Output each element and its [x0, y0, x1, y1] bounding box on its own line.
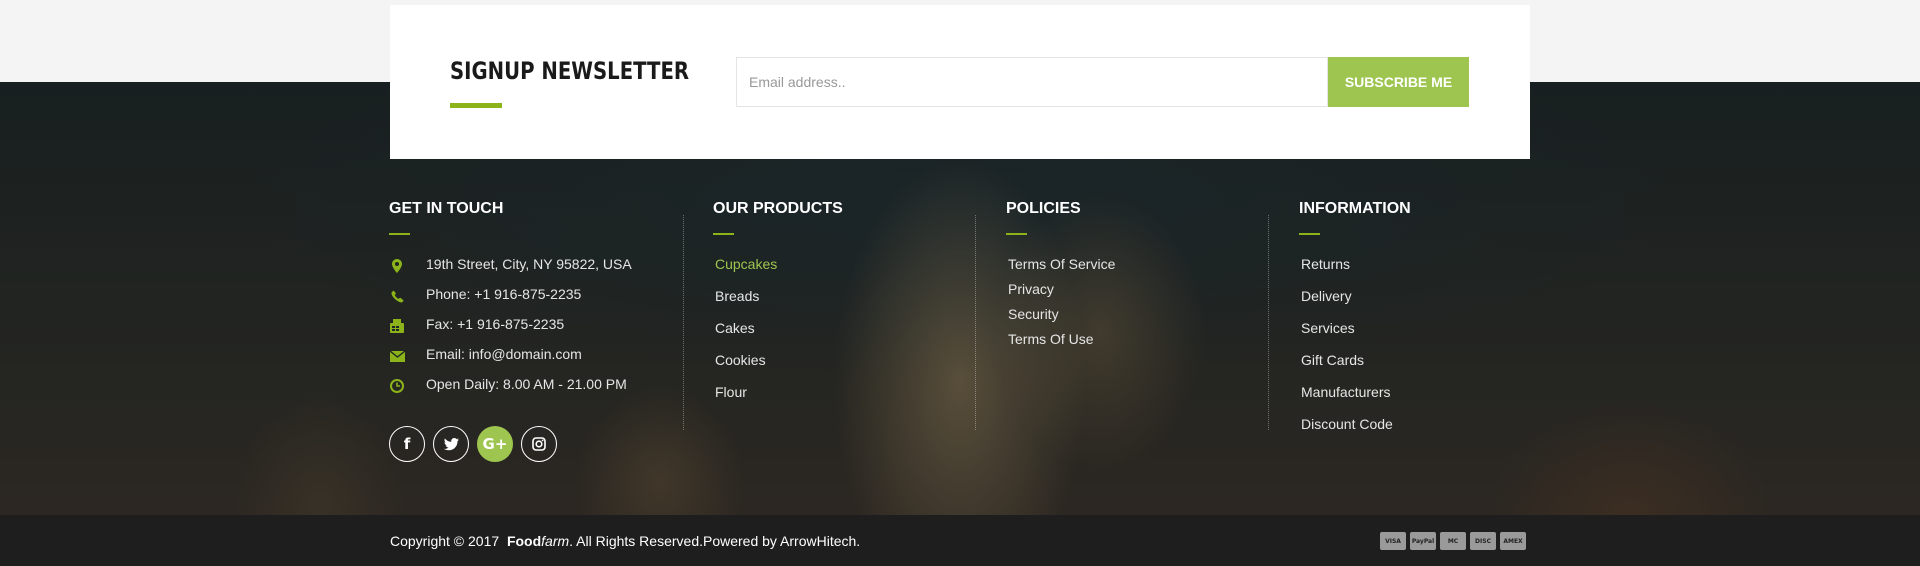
email-input[interactable]: [736, 57, 1328, 107]
contact-email-text: Email: info@domain.com: [426, 346, 582, 362]
brand-name-bold: Food: [506, 533, 542, 549]
newsletter-title: SIGNUP NEWSLETTER: [450, 57, 690, 85]
paypal-icon: PayPal: [1410, 532, 1436, 550]
instagram-icon: [532, 437, 546, 451]
policies-title: POLICIES: [1006, 200, 1081, 217]
info-link-delivery[interactable]: Delivery: [1301, 288, 1393, 320]
twitter-icon: [443, 437, 459, 450]
phone-icon: [389, 288, 405, 304]
copyright-suffix: . All Rights Reserved.Powered by ArrowHi…: [569, 533, 861, 549]
info-link-gift-cards[interactable]: Gift Cards: [1301, 352, 1393, 384]
products-title-underline: [713, 233, 734, 235]
policy-link-terms-of-use[interactable]: Terms Of Use: [1008, 331, 1115, 356]
amex-icon: AMEX: [1500, 532, 1526, 550]
info-link-discount-code[interactable]: Discount Code: [1301, 416, 1393, 448]
instagram-button[interactable]: [521, 426, 557, 462]
info-link-manufacturers[interactable]: Manufacturers: [1301, 384, 1393, 416]
contact-phone: Phone: +1 916-875-2235: [389, 286, 689, 316]
newsletter-title-underline: [450, 103, 502, 108]
product-link-breads[interactable]: Breads: [715, 288, 777, 320]
policy-link-terms-of-service[interactable]: Terms Of Service: [1008, 256, 1115, 281]
policies-title-underline: [1006, 233, 1027, 235]
newsletter-box: SIGNUP NEWSLETTER SUBSCRIBE ME: [390, 5, 1530, 159]
map-marker-icon: [389, 258, 405, 274]
contact-address: 19th Street, City, NY 95822, USA: [389, 256, 689, 286]
column-divider: [1268, 215, 1269, 430]
footer-column-information: INFORMATION Returns Delivery Services Gi…: [1299, 200, 1529, 432]
payment-methods: VISA PayPal MC DISC AMEX: [1380, 532, 1526, 550]
products-title: OUR PRODUCTS: [713, 200, 843, 217]
info-link-services[interactable]: Services: [1301, 320, 1393, 352]
mastercard-icon: MC: [1440, 532, 1466, 550]
brand-name-italic: farm: [541, 533, 570, 549]
google-plus-button[interactable]: G+: [477, 426, 513, 462]
contact-fax: Fax: +1 916-875-2235: [389, 316, 689, 346]
contact-list: 19th Street, City, NY 95822, USA Phone: …: [389, 256, 689, 406]
info-link-returns[interactable]: Returns: [1301, 256, 1393, 288]
clock-icon: [389, 378, 405, 394]
facebook-icon: f: [403, 435, 411, 453]
contact-hours-text: Open Daily: 8.00 AM - 21.00 PM: [426, 376, 627, 392]
contact-email: Email: info@domain.com: [389, 346, 689, 376]
column-divider: [683, 215, 684, 430]
google-plus-icon: G+: [482, 435, 508, 453]
visa-icon: VISA: [1380, 532, 1406, 550]
information-list: Returns Delivery Services Gift Cards Man…: [1301, 256, 1393, 448]
contact-hours: Open Daily: 8.00 AM - 21.00 PM: [389, 376, 689, 406]
policies-list: Terms Of Service Privacy Security Terms …: [1008, 256, 1115, 356]
footer-column-products: OUR PRODUCTS Cupcakes Breads Cakes Cooki…: [713, 200, 963, 400]
product-link-cupcakes[interactable]: Cupcakes: [715, 256, 777, 288]
policy-link-security[interactable]: Security: [1008, 306, 1115, 331]
twitter-button[interactable]: [433, 426, 469, 462]
envelope-icon: [389, 348, 405, 364]
information-title: INFORMATION: [1299, 200, 1411, 217]
social-links: f G+: [389, 426, 557, 462]
contact-fax-text: Fax: +1 916-875-2235: [426, 316, 565, 332]
contact-title-underline: [389, 233, 410, 235]
product-link-cakes[interactable]: Cakes: [715, 320, 777, 352]
policy-link-privacy[interactable]: Privacy: [1008, 281, 1115, 306]
fax-icon: [389, 318, 405, 334]
products-list: Cupcakes Breads Cakes Cookies Flour: [715, 256, 777, 416]
discover-icon: DISC: [1470, 532, 1496, 550]
copyright-prefix: Copyright © 2017: [390, 533, 500, 549]
contact-title: GET IN TOUCH: [389, 200, 504, 217]
subscribe-button[interactable]: SUBSCRIBE ME: [1328, 57, 1469, 107]
product-link-cookies[interactable]: Cookies: [715, 352, 777, 384]
bottom-bar: [0, 515, 1920, 566]
information-title-underline: [1299, 233, 1320, 235]
product-link-flour[interactable]: Flour: [715, 384, 777, 416]
footer-column-policies: POLICIES Terms Of Service Privacy Securi…: [1006, 200, 1256, 347]
footer-column-contact: GET IN TOUCH 19th Street, City, NY 95822…: [389, 200, 669, 393]
column-divider: [975, 215, 976, 430]
copyright-text: Copyright © 2017 Foodfarm. All Rights Re…: [390, 533, 860, 549]
contact-address-text: 19th Street, City, NY 95822, USA: [426, 256, 632, 272]
contact-phone-text: Phone: +1 916-875-2235: [426, 286, 582, 302]
facebook-button[interactable]: f: [389, 426, 425, 462]
